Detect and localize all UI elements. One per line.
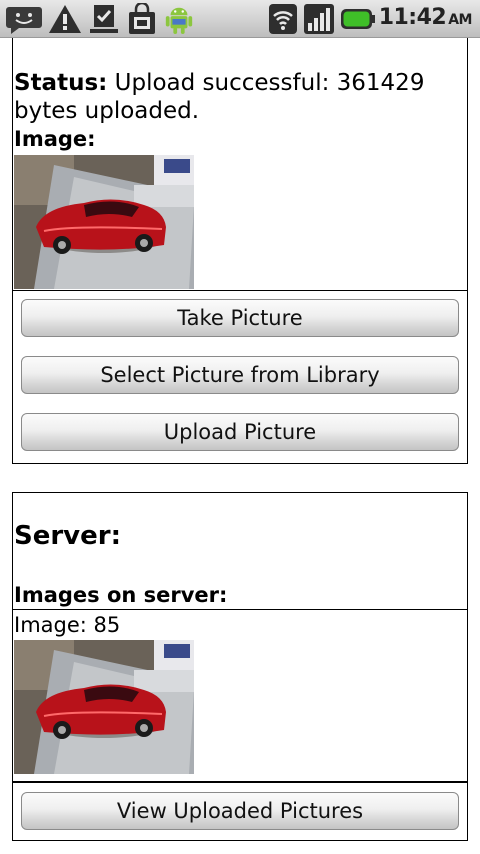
view-panel: View Uploaded Pictures [12, 782, 468, 841]
download-done-icon [90, 5, 118, 33]
view-uploaded-pictures-button[interactable]: View Uploaded Pictures [21, 792, 459, 830]
server-image-item[interactable]: Image: 85 [12, 609, 468, 782]
wifi-icon [269, 4, 297, 34]
clock-time: 11:42 [378, 5, 447, 30]
actions-panel: Take Picture Select Picture from Library… [12, 290, 468, 464]
server-heading: Server: [14, 521, 121, 551]
warning-icon [49, 5, 81, 33]
signal-icon [304, 4, 334, 34]
select-picture-button[interactable]: Select Picture from Library [21, 356, 459, 394]
messaging-icon [6, 7, 42, 34]
server-image-caption: Image: 85 [14, 613, 121, 637]
server-photo [14, 640, 194, 774]
clock-ampm: AM [448, 12, 472, 28]
upload-picture-button[interactable]: Upload Picture [21, 413, 459, 451]
take-picture-button[interactable]: Take Picture [21, 299, 459, 337]
market-icon [129, 3, 155, 34]
upload-status-panel: Status: Upload successful: 361429 bytes … [12, 38, 468, 291]
status-label: Status: [14, 70, 108, 96]
status-clock: 11:42 AM [378, 5, 473, 30]
images-on-server-heading: Images on server: [14, 583, 228, 607]
image-label: Image: [14, 127, 96, 151]
server-panel: Server: Images on server: [12, 492, 468, 610]
upload-status: Status: Upload successful: 361429 bytes … [14, 69, 464, 125]
status-bar: 11:42 AM [0, 0, 480, 38]
battery-icon [341, 9, 375, 29]
uploaded-photo [14, 155, 194, 289]
android-icon [165, 7, 193, 35]
